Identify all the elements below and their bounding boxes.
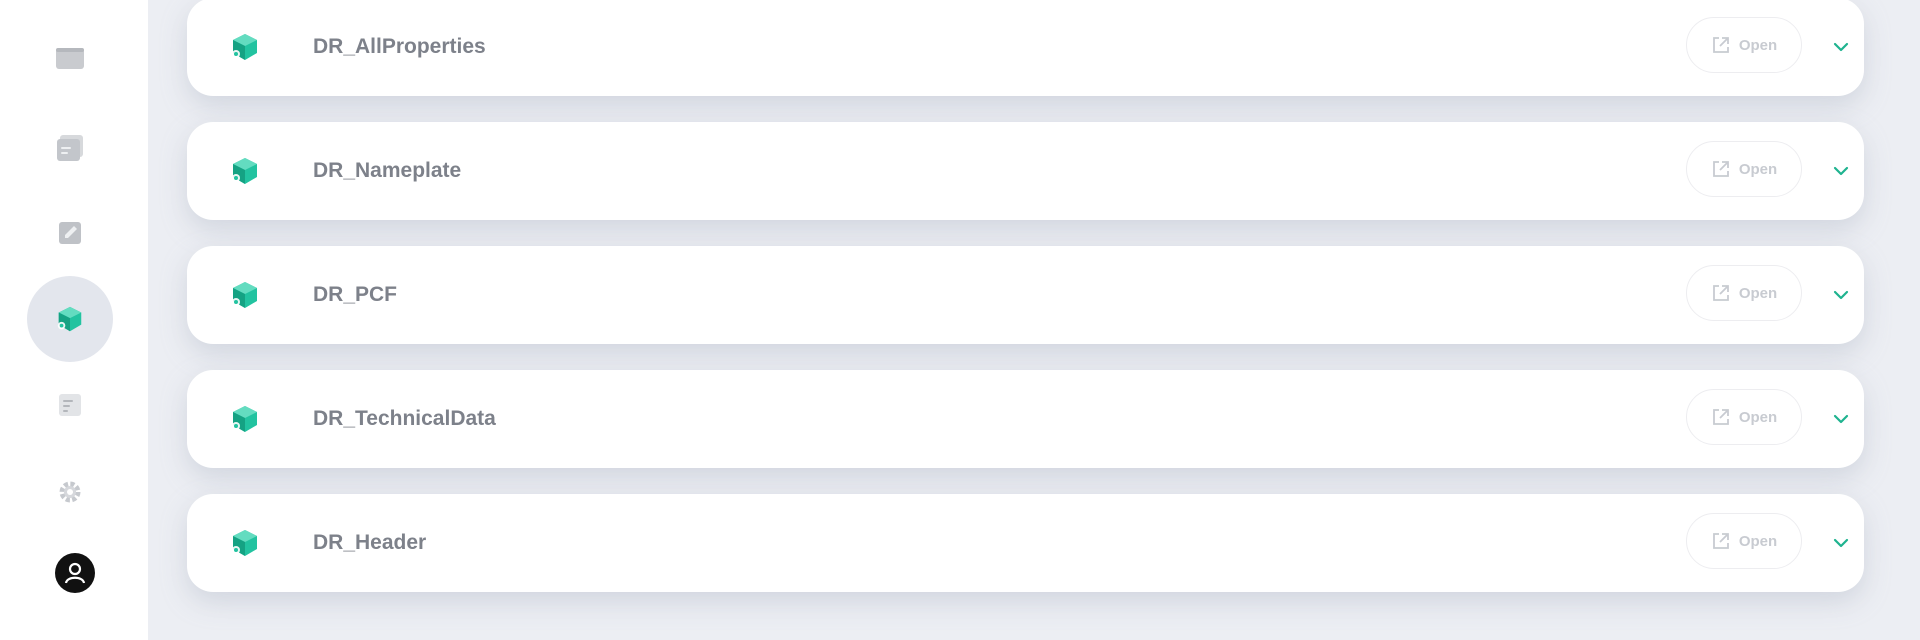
document-stack-icon xyxy=(57,135,83,161)
chevron-down-icon xyxy=(1833,166,1849,176)
submodel-card[interactable]: DR_TechnicalData Open xyxy=(187,370,1864,468)
expand-button[interactable] xyxy=(1827,281,1855,309)
list-document-icon xyxy=(59,394,81,416)
nav-item-settings[interactable] xyxy=(27,449,113,535)
nav-item-documents[interactable] xyxy=(27,105,113,191)
submodel-title: DR_Header xyxy=(313,531,427,554)
open-button[interactable]: Open xyxy=(1686,513,1802,569)
cube-icon xyxy=(232,406,257,432)
expand-button[interactable] xyxy=(1827,33,1855,61)
external-link-icon xyxy=(1712,533,1729,549)
external-link-icon xyxy=(1712,37,1729,53)
cube-icon xyxy=(232,530,257,556)
chevron-down-icon xyxy=(1833,538,1849,548)
open-button-label: Open xyxy=(1738,532,1778,550)
folder-icon xyxy=(56,48,84,69)
chevron-down-icon xyxy=(1833,290,1849,300)
expand-button[interactable] xyxy=(1827,529,1855,557)
cube-icon xyxy=(232,282,257,308)
external-link-icon xyxy=(1712,409,1729,425)
external-link-icon xyxy=(1712,161,1729,177)
open-button[interactable]: Open xyxy=(1686,265,1802,321)
open-button[interactable]: Open xyxy=(1686,17,1802,73)
chevron-down-icon xyxy=(1833,42,1849,52)
chevron-down-icon xyxy=(1833,414,1849,424)
cube-icon xyxy=(57,306,82,332)
open-button[interactable]: Open xyxy=(1686,141,1802,197)
expand-button[interactable] xyxy=(1827,405,1855,433)
edit-icon xyxy=(59,222,81,244)
gear-icon xyxy=(59,481,81,503)
open-button[interactable]: Open xyxy=(1686,389,1802,445)
nav-item-folder[interactable] xyxy=(27,15,113,101)
open-button-label: Open xyxy=(1738,408,1778,426)
cube-icon xyxy=(232,158,257,184)
user-avatar-button[interactable] xyxy=(55,553,95,593)
nav-item-edit[interactable] xyxy=(27,190,113,276)
sidebar xyxy=(0,0,148,640)
submodel-card[interactable]: DR_Header Open xyxy=(187,494,1864,592)
external-link-icon xyxy=(1712,285,1729,301)
submodel-card[interactable]: DR_PCF Open xyxy=(187,246,1864,344)
submodel-card[interactable]: DR_AllProperties Open xyxy=(187,0,1864,96)
expand-button[interactable] xyxy=(1827,157,1855,185)
cube-icon xyxy=(232,34,257,60)
submodel-title: DR_Nameplate xyxy=(313,159,462,182)
nav-item-list[interactable] xyxy=(27,362,113,448)
open-button-label: Open xyxy=(1738,284,1778,302)
user-avatar-icon xyxy=(64,562,86,584)
nav-item-submodels[interactable] xyxy=(27,276,113,362)
open-button-label: Open xyxy=(1738,160,1778,178)
main-content: DR_AllProperties Open DR_Nameplate Open … xyxy=(148,0,1920,640)
submodel-title: DR_AllProperties xyxy=(313,35,486,58)
submodel-card[interactable]: DR_Nameplate Open xyxy=(187,122,1864,220)
submodel-title: DR_TechnicalData xyxy=(313,407,496,430)
submodel-title: DR_PCF xyxy=(313,283,398,306)
open-button-label: Open xyxy=(1738,36,1778,54)
